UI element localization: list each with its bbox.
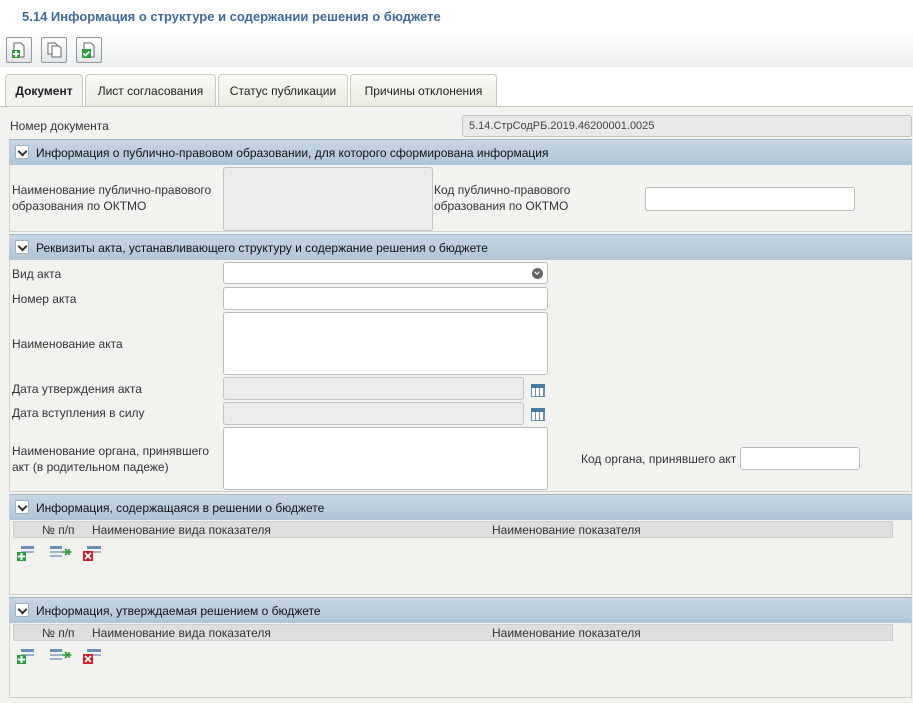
tab-publication-status[interactable]: Статус публикации: [218, 74, 348, 107]
oktmo-name-label: Наименование публично-правового образова…: [12, 183, 212, 213]
column-header-indicator-name: Наименование показателя: [492, 523, 641, 537]
org-name-textarea[interactable]: [223, 427, 548, 490]
add-document-icon: [12, 42, 25, 58]
section-title: Информация, содержащаяся в решении о бюд…: [36, 501, 325, 515]
org-code-input[interactable]: [740, 447, 860, 470]
table-header: № п/п Наименование вида показателя Наиме…: [13, 624, 893, 641]
section-header-act-details[interactable]: Реквизиты акта, устанавливающего структу…: [9, 234, 912, 260]
act-type-label: Вид акта: [12, 267, 62, 281]
act-number-label: Номер акта: [12, 292, 77, 306]
oktmo-name-field[interactable]: [223, 167, 433, 231]
column-header-indicator-type: Наименование вида показателя: [92, 626, 271, 640]
add-document-button[interactable]: [6, 37, 32, 63]
delete-row-icon[interactable]: [83, 545, 102, 561]
toolbar: [0, 34, 913, 67]
act-name-textarea[interactable]: [223, 312, 548, 375]
add-row-icon[interactable]: [17, 545, 35, 561]
add-row-icon[interactable]: [17, 648, 35, 664]
calendar-icon[interactable]: [531, 408, 545, 421]
section-header-municipality[interactable]: Информация о публично-правовом образован…: [9, 139, 912, 165]
oktmo-code-input[interactable]: [645, 187, 855, 211]
effective-date-input[interactable]: [223, 402, 524, 425]
section-header-approved-info[interactable]: Информация, утверждаемая решением о бюдж…: [9, 597, 912, 623]
section-title: Реквизиты акта, устанавливающего структу…: [36, 241, 488, 255]
document-number-label: Номер документа: [10, 119, 109, 133]
column-header-number: № п/п: [42, 523, 75, 537]
chevron-down-icon[interactable]: [15, 240, 29, 254]
tab-bar: Документ Лист согласования Статус публик…: [0, 67, 913, 108]
column-header-indicator-name: Наименование показателя: [492, 626, 641, 640]
calendar-icon[interactable]: [531, 384, 545, 397]
delete-row-icon[interactable]: [83, 648, 102, 664]
page-title: 5.14 Информация о структуре и содержании…: [22, 9, 441, 24]
insert-row-icon[interactable]: [49, 545, 73, 559]
check-document-icon: [82, 42, 95, 58]
insert-row-icon[interactable]: [49, 648, 73, 662]
approval-date-label: Дата утверждения акта: [12, 382, 142, 396]
act-name-label: Наименование акта: [12, 337, 123, 351]
section-title: Информация, утверждаемая решением о бюдж…: [36, 604, 321, 618]
chevron-down-icon[interactable]: [15, 500, 29, 514]
table-header: № п/п Наименование вида показателя Наиме…: [13, 521, 893, 538]
approval-date-input[interactable]: [223, 377, 524, 400]
org-code-label: Код органа, принявшего акт: [581, 452, 737, 466]
section-title: Информация о публично-правовом образован…: [36, 146, 549, 160]
tab-rejection-reasons[interactable]: Причины отклонения: [350, 74, 497, 107]
chevron-down-icon: [532, 268, 543, 279]
column-header-number: № п/п: [42, 626, 75, 640]
org-name-label: Наименование органа, принявшего акт (в р…: [12, 444, 210, 474]
copy-icon: [47, 42, 62, 58]
effective-date-label: Дата вступления в силу: [12, 406, 145, 420]
document-number-field: 5.14.СтрСодРБ.2019.46200001.0025: [462, 115, 912, 137]
act-type-select[interactable]: [223, 262, 548, 284]
column-header-indicator-type: Наименование вида показателя: [92, 523, 271, 537]
act-number-input[interactable]: [223, 287, 548, 310]
tab-approval-sheet[interactable]: Лист согласования: [85, 74, 216, 107]
copy-document-button[interactable]: [41, 37, 67, 63]
chevron-down-icon[interactable]: [15, 603, 29, 617]
section-header-budget-info[interactable]: Информация, содержащаяся в решении о бюд…: [9, 494, 912, 520]
title-bar: 5.14 Информация о структуре и содержании…: [0, 0, 913, 34]
chevron-down-icon[interactable]: [15, 145, 29, 159]
approve-document-button[interactable]: [76, 37, 102, 63]
tab-document[interactable]: Документ: [5, 74, 83, 108]
oktmo-code-label: Код публично-правового образования по ОК…: [434, 183, 571, 213]
